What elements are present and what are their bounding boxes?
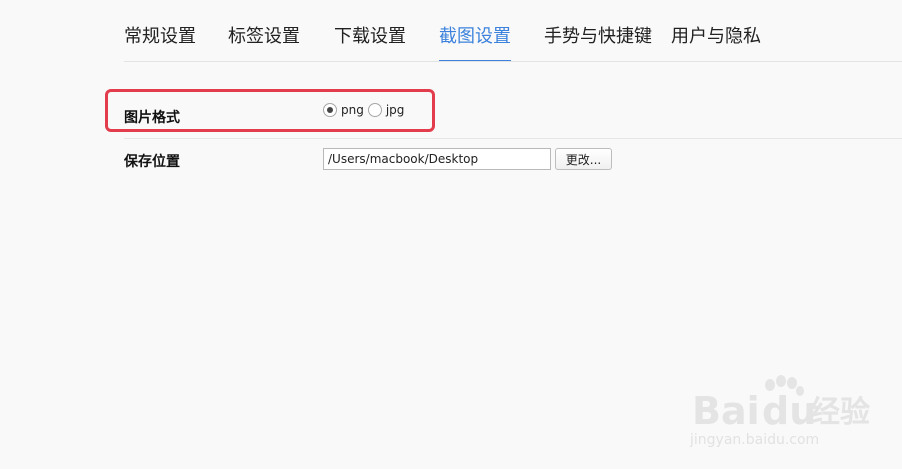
save-location-label: 保存位置 <box>124 154 180 170</box>
radio-jpg-label: jpg <box>385 103 405 117</box>
save-path-input[interactable] <box>323 148 551 170</box>
radio-png-checked[interactable] <box>323 103 337 117</box>
settings-tab-bar: 常规设置 标签设置 下载设置 截图设置 手势与快捷键 用户与隐私 <box>124 0 902 62</box>
radio-option-jpg[interactable]: jpg <box>367 103 405 117</box>
watermark-sub: 经验 <box>810 395 870 430</box>
watermark-brand-du: du <box>762 389 816 433</box>
change-location-button[interactable]: 更改... <box>555 148 612 170</box>
image-format-label: 图片格式 <box>124 110 180 126</box>
watermark-brand-bai: Bai <box>692 389 760 433</box>
watermark-url: jingyan.baidu.com <box>689 432 819 448</box>
tab-labels[interactable]: 标签设置 <box>228 24 300 50</box>
baidu-paw-icon <box>765 375 804 396</box>
row-divider <box>124 138 902 139</box>
tab-general[interactable]: 常规设置 <box>124 24 196 50</box>
tab-screenshot[interactable]: 截图设置 <box>439 24 511 61</box>
image-format-radio-group: png jpg <box>323 102 408 118</box>
tab-user-privacy[interactable]: 用户与隐私 <box>671 24 761 50</box>
radio-png-label: png <box>341 103 364 117</box>
radio-option-png[interactable]: png <box>323 103 364 117</box>
baidu-jingyan-watermark: Bai du 经验 jingyan.baidu.com <box>689 375 870 448</box>
tab-gestures-shortcuts[interactable]: 手势与快捷键 <box>544 24 652 50</box>
radio-jpg-unchecked[interactable] <box>367 103 382 117</box>
tab-download[interactable]: 下载设置 <box>334 24 406 50</box>
